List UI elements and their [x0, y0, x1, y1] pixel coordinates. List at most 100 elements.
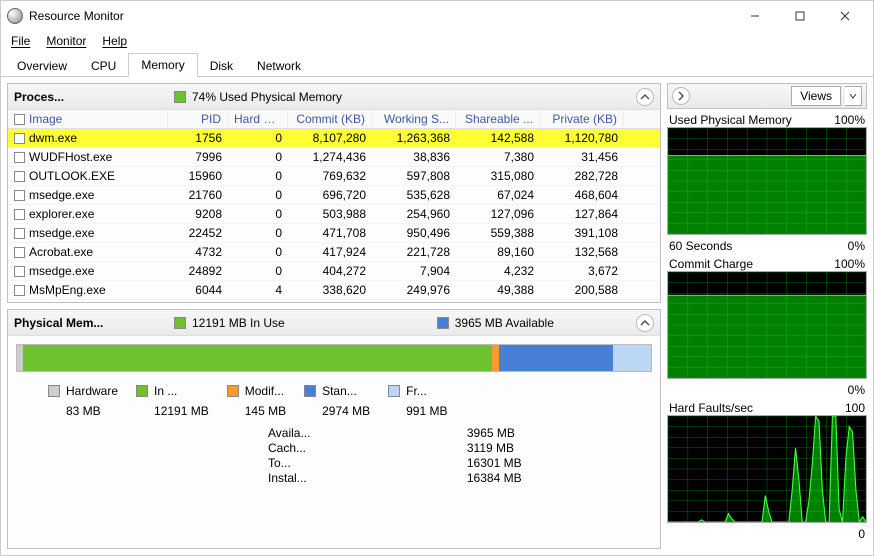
cell-commit: 696,720: [288, 186, 372, 204]
graph-hard-faults: Hard Faults/sec 100 0: [667, 401, 867, 541]
cell-hard-faults: 0: [228, 186, 288, 204]
cell-private: 3,672: [540, 262, 624, 280]
views-button[interactable]: Views: [791, 86, 841, 106]
row-checkbox[interactable]: [14, 285, 25, 296]
expand-graphs-button[interactable]: [672, 87, 690, 105]
col-commit[interactable]: Commit (KB): [288, 110, 372, 128]
col-private[interactable]: Private (KB): [540, 110, 624, 128]
close-button[interactable]: [822, 2, 867, 30]
col-pid[interactable]: PID: [168, 110, 228, 128]
cell-pid: 7996: [168, 148, 228, 166]
table-row[interactable]: OUTLOOK.EXE159600769,632597,808315,08028…: [8, 167, 660, 186]
cell-commit: 338,620: [288, 281, 372, 299]
row-checkbox[interactable]: [14, 228, 25, 239]
checkbox-all[interactable]: [14, 114, 25, 125]
row-checkbox[interactable]: [14, 266, 25, 277]
maximize-button[interactable]: [777, 2, 822, 30]
cell-pid: 9208: [168, 205, 228, 223]
legend-swatch: [48, 385, 60, 397]
cell-private: 127,864: [540, 205, 624, 223]
table-row[interactable]: dwm.exe175608,107,2801,263,368142,5881,1…: [8, 129, 660, 148]
cell-pid: 24892: [168, 262, 228, 280]
col-hard-faults[interactable]: Hard Faults...: [228, 110, 288, 128]
cell-working-set: 38,836: [372, 148, 456, 166]
row-checkbox[interactable]: [14, 209, 25, 220]
legend-label: Stan...: [322, 384, 357, 398]
cell-commit: 769,632: [288, 167, 372, 185]
stat-installed-key: Instal...: [268, 471, 449, 485]
cell-commit: 417,924: [288, 243, 372, 261]
table-row[interactable]: msedge.exe248920404,2727,9044,2323,672: [8, 262, 660, 281]
row-checkbox[interactable]: [14, 152, 25, 163]
col-shareable[interactable]: Shareable ...: [456, 110, 540, 128]
cell-shareable: 7,380: [456, 148, 540, 166]
legend-label: Hardware: [66, 384, 118, 398]
table-row[interactable]: explorer.exe92080503,988254,960127,09612…: [8, 205, 660, 224]
graph-used-physical-memory: Used Physical Memory 100% 60 Seconds 0%: [667, 113, 867, 253]
graph-footer-left: 60 Seconds: [669, 239, 732, 253]
menu-help[interactable]: Help: [96, 32, 133, 50]
cell-image: explorer.exe: [29, 207, 94, 221]
graph-title: Commit Charge: [669, 257, 753, 271]
table-row[interactable]: Acrobat.exe47320417,924221,72889,160132,…: [8, 243, 660, 262]
legend-swatch: [304, 385, 316, 397]
cell-working-set: 535,628: [372, 186, 456, 204]
tab-cpu[interactable]: CPU: [79, 55, 128, 77]
cell-commit: 471,708: [288, 224, 372, 242]
graphs-toolbar: Views: [667, 83, 867, 109]
chevron-down-icon: [849, 92, 857, 100]
row-checkbox[interactable]: [14, 247, 25, 258]
tab-strip: Overview CPU Memory Disk Network: [1, 51, 873, 77]
legend-swatch: [388, 385, 400, 397]
table-row[interactable]: msedge.exe224520471,708950,496559,388391…: [8, 224, 660, 243]
cell-hard-faults: 0: [228, 262, 288, 280]
row-checkbox[interactable]: [14, 133, 25, 144]
col-image[interactable]: Image: [8, 110, 168, 128]
collapse-button[interactable]: [636, 88, 654, 106]
cell-private: 391,108: [540, 224, 624, 242]
available-swatch: [437, 317, 449, 329]
legend-label: In ...: [154, 384, 177, 398]
row-checkbox[interactable]: [14, 171, 25, 182]
cell-commit: 503,988: [288, 205, 372, 223]
table-row[interactable]: msedge.exe217600696,720535,62867,024468,…: [8, 186, 660, 205]
graph-max: 100%: [834, 257, 865, 271]
cell-shareable: 4,232: [456, 262, 540, 280]
tab-disk[interactable]: Disk: [198, 55, 245, 77]
col-working-set[interactable]: Working S...: [372, 110, 456, 128]
legend-item: Stan... 2974 MB: [304, 384, 370, 418]
row-checkbox[interactable]: [14, 190, 25, 201]
cell-hard-faults: 0: [228, 167, 288, 185]
cell-pid: 15960: [168, 167, 228, 185]
cell-shareable: 89,160: [456, 243, 540, 261]
cell-image: WUDFHost.exe: [29, 150, 112, 164]
table-header: Image PID Hard Faults... Commit (KB) Wor…: [8, 110, 660, 129]
minimize-button[interactable]: [732, 2, 777, 30]
cell-private: 1,120,780: [540, 129, 624, 147]
views-dropdown[interactable]: [845, 86, 862, 106]
tab-network[interactable]: Network: [245, 55, 313, 77]
stat-cached-val: 3119 MB: [467, 441, 660, 455]
title-bar: Resource Monitor: [1, 1, 873, 31]
cell-working-set: 597,808: [372, 167, 456, 185]
table-row[interactable]: WUDFHost.exe799601,274,43638,8367,38031,…: [8, 148, 660, 167]
cell-pid: 1756: [168, 129, 228, 147]
graph-title: Used Physical Memory: [669, 113, 792, 127]
collapse-button[interactable]: [636, 314, 654, 332]
chevron-up-icon: [640, 318, 650, 328]
legend-value: 2974 MB: [322, 404, 370, 418]
graph-footer-right: 0%: [848, 383, 865, 397]
cell-hard-faults: 0: [228, 224, 288, 242]
cell-working-set: 7,904: [372, 262, 456, 280]
legend-swatch: [227, 385, 239, 397]
tab-memory[interactable]: Memory: [128, 53, 197, 77]
legend-label: Fr...: [406, 384, 427, 398]
menu-monitor[interactable]: Monitor: [40, 32, 92, 50]
menu-file[interactable]: File: [5, 32, 36, 50]
memory-usage-bar: [16, 344, 652, 372]
cell-image: msedge.exe: [29, 188, 94, 202]
memory-stats: Availa... 3965 MB Cach... 3119 MB To... …: [268, 426, 660, 485]
table-row[interactable]: MsMpEng.exe60444338,620249,97649,388200,…: [8, 281, 660, 300]
tab-overview[interactable]: Overview: [5, 55, 79, 77]
legend-item: In ...12191 MB: [136, 384, 209, 418]
